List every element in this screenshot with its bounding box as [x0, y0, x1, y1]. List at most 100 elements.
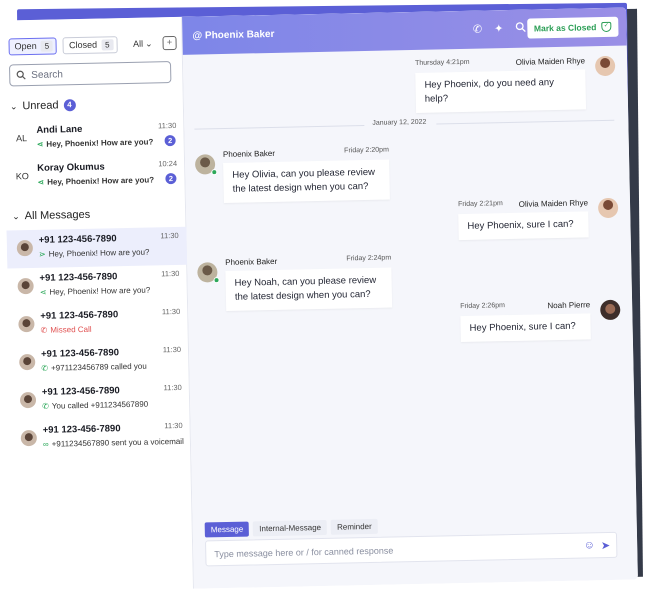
- conversation-preview-text: Hey, Phoenix! How are you?: [46, 137, 154, 149]
- chevron-down-icon: ⌄: [144, 37, 153, 49]
- search-icon: [16, 70, 26, 80]
- unread-section-toggle[interactable]: ⌄ Unread 4: [10, 99, 76, 112]
- conversation-item[interactable]: +91 123-456-7890 ✆ Missed Call 11:30: [8, 303, 189, 345]
- message-sender: Olivia Maiden Rhye: [518, 198, 589, 209]
- chat-title: @ Phoenix Baker: [192, 28, 275, 42]
- conversation-time: 11:30: [164, 420, 183, 431]
- conversation-preview: ⋖ Hey, Phoenix! How are you?: [37, 175, 154, 186]
- avatar: [597, 197, 619, 219]
- conversation-item[interactable]: +91 123-456-7890 ✆ +971123456789 called …: [9, 341, 190, 383]
- online-status-dot: [211, 169, 218, 176]
- conversation-time: 11:30: [160, 230, 179, 241]
- conversation-preview: ⋗ Hey, Phoenix! How are you?: [39, 248, 150, 259]
- filter-closed-label: Closed: [68, 39, 98, 51]
- conversation-name: +91 123-456-7890: [42, 423, 121, 436]
- missed-call-icon: ✆: [40, 325, 48, 335]
- conversation-preview: ✆ You called +911234567890: [42, 400, 148, 411]
- received-icon: ⋖: [36, 139, 44, 149]
- new-chat-icon[interactable]: +: [162, 35, 177, 51]
- message-time: Friday 2:24pm: [346, 254, 392, 263]
- send-icon[interactable]: ➤: [601, 539, 610, 552]
- message: Thursday 4:21pm Olivia Maiden Rhye Hey P…: [415, 56, 587, 113]
- conversation-name: Koray Okumus: [37, 161, 105, 174]
- conversation-preview: ✆ +971123456789 called you: [41, 362, 147, 373]
- message: Phoenix Baker Friday 2:24pm Hey Noah, ca…: [225, 255, 393, 311]
- conversation-item[interactable]: KO Koray Okumus ⋖ Hey, Phoenix! How are …: [5, 155, 186, 197]
- conversation-preview-text: Hey, Phoenix! How are you?: [49, 285, 151, 297]
- conversation-time: 10:24: [158, 158, 178, 169]
- unread-section-label: Unread: [22, 99, 59, 113]
- filter-open-label: Open: [14, 40, 37, 52]
- message-input[interactable]: Type message here or / for canned respon…: [205, 531, 618, 567]
- conversation-preview-text: Hey, Phoenix! How are you?: [47, 175, 155, 187]
- filter-all-dropdown[interactable]: All ⌄: [133, 38, 153, 49]
- chevron-down-icon: ⌄: [12, 210, 20, 221]
- filter-closed[interactable]: Closed 5: [62, 35, 118, 54]
- message-bubble: Hey Phoenix, sure I can?: [458, 211, 589, 241]
- search-input[interactable]: Search: [8, 61, 172, 87]
- conversation-name: +91 123-456-7890: [38, 233, 117, 246]
- tab-reminder[interactable]: Reminder: [330, 518, 378, 535]
- filter-row: Open 5 Closed 5 All ⌄ +: [8, 33, 177, 57]
- conversation-preview-text: +911234567890 sent you a voicemail: [51, 436, 184, 449]
- avatar: [16, 240, 34, 257]
- conversation-name: +91 123-456-7890: [40, 309, 119, 322]
- conversation-preview-text: You called +911234567890: [51, 399, 149, 411]
- message-bubble: Hey Phoenix, do you need any help?: [415, 69, 587, 113]
- avatar: [594, 55, 616, 77]
- all-messages-section-label: All Messages: [24, 208, 91, 223]
- tab-internal-message[interactable]: Internal-Message: [253, 519, 328, 537]
- unread-badge: 2: [165, 172, 177, 185]
- message-bubble: Hey Phoenix, sure I can?: [460, 313, 591, 343]
- message-composer: Message Internal-Message Reminder Type m…: [204, 514, 618, 577]
- message-meta: Phoenix Baker Friday 2:20pm: [223, 147, 389, 159]
- conversation-time: 11:30: [161, 306, 181, 317]
- date-separator-label: January 12, 2022: [372, 118, 427, 127]
- message-meta: Friday 2:26pm Noah Pierre: [460, 300, 590, 312]
- search-icon[interactable]: [515, 22, 526, 33]
- received-icon: ⋖: [39, 287, 47, 297]
- emoji-icon[interactable]: ☺: [584, 539, 596, 552]
- message-sender: Phoenix Baker: [225, 256, 278, 267]
- conversation-item[interactable]: AL Andi Lane ⋖ Hey, Phoenix! How are you…: [4, 117, 185, 159]
- shield-check-icon: ✓: [601, 21, 612, 33]
- voicemail-icon: ∞: [42, 439, 49, 449]
- received-icon: ⋖: [37, 177, 45, 187]
- tab-message[interactable]: Message: [204, 521, 250, 538]
- avatar: [18, 315, 35, 333]
- filter-open[interactable]: Open 5: [8, 36, 58, 55]
- avatar: [17, 277, 34, 295]
- avatar: AL: [15, 133, 28, 144]
- online-status-dot: [213, 277, 220, 284]
- message-time: Thursday 4:21pm: [414, 58, 470, 67]
- pin-icon[interactable]: ✦: [494, 22, 503, 35]
- message-meta: Phoenix Baker Friday 2:24pm: [225, 255, 391, 267]
- conversation-item[interactable]: +91 123-456-7890 ✆ You called +911234567…: [10, 379, 191, 421]
- chat-pane: @ Phoenix Baker ✆ ✦ Mark as Closed ✓ Thu…: [182, 7, 638, 589]
- conversation-preview: ✆ Missed Call: [40, 325, 91, 335]
- message-sender: Phoenix Baker: [222, 148, 276, 159]
- conversation-item[interactable]: +91 123-456-7890 ⋖ Hey, Phoenix! How are…: [7, 265, 188, 307]
- filter-closed-count: 5: [100, 38, 114, 51]
- conversation-preview: ∞ +911234567890 sent you a voicemail: [43, 437, 184, 449]
- message-sender: Olivia Maiden Rhye: [515, 56, 586, 67]
- conversation-name: +91 123-456-7890: [41, 385, 120, 398]
- message-time: Friday 2:26pm: [460, 302, 505, 311]
- conversation-preview: ⋖ Hey, Phoenix! How are you?: [37, 137, 154, 148]
- conversation-time: 11:30: [161, 268, 180, 279]
- conversation-item[interactable]: +91 123-456-7890 ∞ +911234567890 sent yo…: [10, 417, 191, 459]
- mark-as-closed-button[interactable]: Mark as Closed ✓: [526, 16, 619, 39]
- all-messages-section-toggle[interactable]: ⌄ All Messages: [12, 209, 90, 223]
- message-sender: Noah Pierre: [547, 300, 591, 311]
- conversation-item[interactable]: +91 123-456-7890 ⋗ Hey, Phoenix! How are…: [6, 226, 188, 269]
- unread-section-count: 4: [63, 99, 76, 112]
- message-meta: Thursday 4:21pm Olivia Maiden Rhye: [415, 56, 585, 69]
- divider: [436, 119, 615, 125]
- call-icon[interactable]: ✆: [473, 23, 482, 36]
- avatar: [20, 429, 37, 447]
- avatar: [19, 353, 36, 371]
- sent-icon: ⋗: [38, 249, 46, 259]
- filter-all-label: All: [132, 38, 144, 49]
- conversation-time: 11:30: [163, 382, 182, 393]
- avatar: KO: [15, 171, 29, 182]
